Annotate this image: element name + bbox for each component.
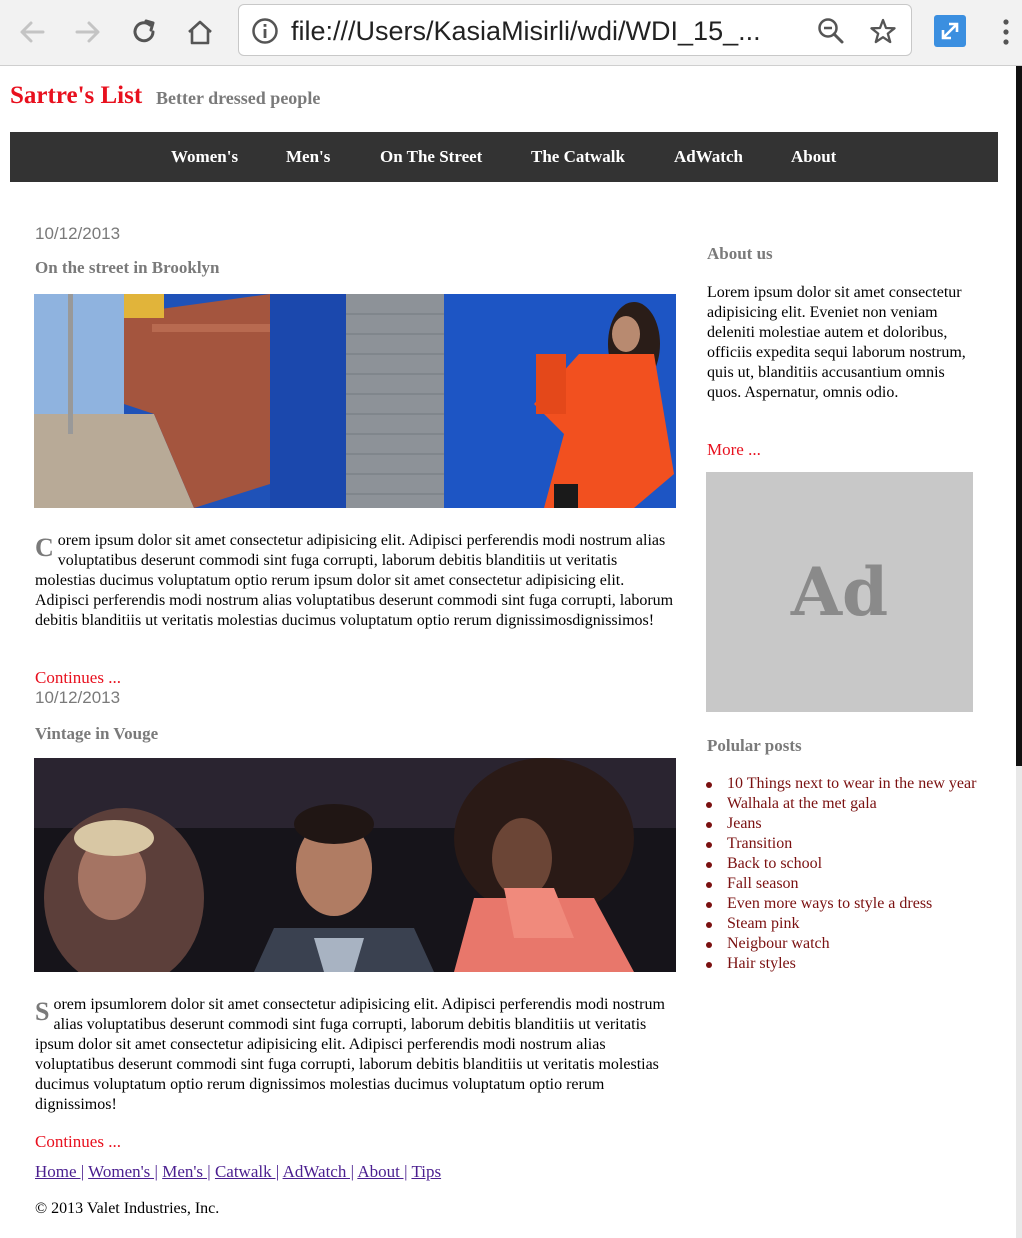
reload-icon[interactable]	[126, 14, 162, 50]
forward-arrow-icon[interactable]	[70, 14, 106, 50]
site-tagline: Better dressed people	[156, 88, 321, 108]
post-dropcap: S	[35, 997, 50, 1026]
post-title: On the street in Brooklyn	[35, 258, 220, 277]
main-nav: Women's Men's On The Street The Catwalk …	[10, 132, 998, 182]
post-image-brooklyn	[34, 294, 676, 508]
nav-item-mens[interactable]: Men's	[286, 147, 330, 167]
post-date: 10/12/2013	[35, 688, 121, 707]
back-arrow-icon[interactable]	[14, 14, 50, 50]
popular-post-item[interactable]: Transition	[706, 834, 979, 854]
popular-post-item[interactable]: Neigbour watch	[706, 934, 979, 954]
site-title[interactable]: Sartre's List	[10, 82, 142, 110]
address-bar[interactable]: file:///Users/KasiaMisirli/wdi/WDI_15_..…	[238, 4, 912, 56]
star-icon[interactable]	[869, 17, 897, 45]
sidebar-about-heading: About us	[707, 244, 773, 263]
url-text[interactable]: file:///Users/KasiaMisirli/wdi/WDI_15_..…	[291, 16, 761, 47]
popular-post-item[interactable]: Back to school	[706, 854, 979, 874]
popular-post-item[interactable]: Fall season	[706, 874, 979, 894]
post-body: Corem ipsum dolor sit amet consectetur a…	[35, 531, 677, 631]
footer-link-womens[interactable]: Women's |	[88, 1162, 158, 1181]
sidebar-more-link[interactable]: More ...	[707, 440, 761, 460]
post-text: orem ipsumlorem dolor sit amet consectet…	[35, 996, 665, 1113]
footer-link-catwalk[interactable]: Catwalk |	[215, 1162, 279, 1181]
menu-icon[interactable]	[996, 16, 1016, 48]
post-date: 10/12/2013	[35, 224, 121, 243]
zoom-icon[interactable]	[817, 17, 845, 45]
browser-toolbar: file:///Users/KasiaMisirli/wdi/WDI_15_..…	[0, 0, 1022, 66]
post-body: Sorem ipsumlorem dolor sit amet consecte…	[35, 995, 677, 1115]
popular-post-item[interactable]: 10 Things next to wear in the new year	[706, 774, 979, 794]
footer-link-home[interactable]: Home |	[35, 1162, 84, 1181]
footer-link-adwatch[interactable]: AdWatch |	[283, 1162, 354, 1181]
post-title: Vintage in Vouge	[35, 724, 159, 743]
continue-link[interactable]: Continues ...	[35, 1132, 121, 1152]
popular-post-item[interactable]: Jeans	[706, 814, 979, 834]
nav-item-adwatch[interactable]: AdWatch	[674, 147, 743, 167]
post-dropcap: C	[35, 533, 54, 562]
popular-post-item[interactable]: Steam pink	[706, 914, 979, 934]
post-image-vintage	[34, 758, 676, 972]
scrollbar-thumb[interactable]	[1016, 66, 1022, 766]
post-text: orem ipsum dolor sit amet consectetur ad…	[35, 532, 674, 629]
copyright: © 2013 Valet Industries, Inc.	[35, 1200, 220, 1217]
continue-link[interactable]: Continues ...	[35, 668, 121, 688]
footer-link-about[interactable]: About |	[357, 1162, 407, 1181]
footer-nav: Home | Women's | Men's | Catwalk | AdWat…	[35, 1162, 441, 1182]
ad-label: Ad	[790, 553, 889, 631]
popular-posts-list: 10 Things next to wear in the new year W…	[706, 774, 979, 974]
nav-item-womens[interactable]: Women's	[171, 147, 238, 167]
nav-item-the-catwalk[interactable]: The Catwalk	[531, 147, 625, 167]
home-icon[interactable]	[182, 14, 218, 50]
sidebar-popular-heading: Polular posts	[707, 736, 802, 755]
popular-post-item[interactable]: Walhala at the met gala	[706, 794, 979, 814]
footer-link-mens[interactable]: Men's |	[162, 1162, 211, 1181]
ad-placeholder[interactable]: Ad	[706, 472, 973, 712]
nav-item-on-the-street[interactable]: On The Street	[380, 147, 482, 167]
extension-icon[interactable]	[934, 15, 966, 47]
popular-post-item[interactable]: Even more ways to style a dress	[706, 894, 979, 914]
nav-item-about[interactable]: About	[791, 147, 836, 167]
sidebar-about-text: Lorem ipsum dolor sit amet consectetur a…	[707, 284, 966, 401]
popular-post-item[interactable]: Hair styles	[706, 954, 979, 974]
footer-link-tips[interactable]: Tips	[411, 1162, 441, 1181]
info-icon[interactable]	[251, 17, 279, 45]
